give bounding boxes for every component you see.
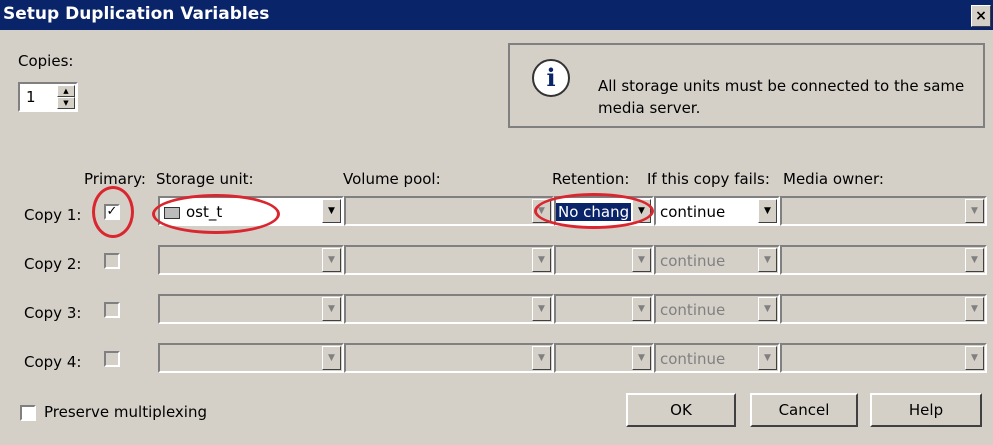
copies-label: Copies: xyxy=(18,52,74,70)
window-title: Setup Duplication Variables xyxy=(3,4,270,24)
copy-3-retention-select[interactable]: ▼ xyxy=(554,294,654,324)
chevron-down-icon[interactable]: ▼ xyxy=(758,199,777,223)
storage-disk-icon xyxy=(164,206,180,219)
copy-2-label: Copy 2: xyxy=(24,255,82,273)
copy-1-retention-value: No chang xyxy=(556,203,632,221)
help-button[interactable]: Help xyxy=(870,393,982,427)
title-bar: Setup Duplication Variables × xyxy=(0,0,993,30)
header-media-owner: Media owner: xyxy=(783,170,884,188)
header-retention: Retention: xyxy=(552,170,630,188)
copy-2-volume-pool-select[interactable]: ▼ xyxy=(344,245,554,275)
copy-3-if-fails-select[interactable]: continue ▼ xyxy=(654,294,780,324)
copy-1-if-fails-value: continue xyxy=(660,203,726,221)
copy-3-storage-unit-select[interactable]: ▼ xyxy=(158,294,344,324)
copy-1-if-fails-select[interactable]: continue ▼ xyxy=(654,196,780,226)
copy-3-label: Copy 3: xyxy=(24,304,82,322)
copy-2-retention-select[interactable]: ▼ xyxy=(554,245,654,275)
chevron-down-icon[interactable]: ▼ xyxy=(632,248,651,272)
copy-2-if-fails-select[interactable]: continue ▼ xyxy=(654,245,780,275)
header-if-copy-fails: If this copy fails: xyxy=(647,170,770,188)
chevron-down-icon[interactable]: ▼ xyxy=(632,199,651,223)
copy-4-retention-select[interactable]: ▼ xyxy=(554,343,654,373)
preserve-multiplexing-checkbox[interactable] xyxy=(20,405,36,421)
chevron-down-icon[interactable]: ▼ xyxy=(322,248,341,272)
copy-1-volume-pool-select[interactable]: ▼ xyxy=(344,196,554,226)
copy-1-primary-checkbox[interactable]: ✓ xyxy=(104,204,120,220)
copy-1-storage-unit-value: ost_t xyxy=(186,203,223,221)
chevron-down-icon[interactable]: ▼ xyxy=(965,297,984,321)
chevron-down-icon[interactable]: ▼ xyxy=(965,248,984,272)
copy-3-primary-checkbox[interactable] xyxy=(104,302,120,318)
chevron-down-icon[interactable]: ▼ xyxy=(322,346,341,370)
copy-3-if-fails-value: continue xyxy=(660,301,726,319)
copy-2-if-fails-value: continue xyxy=(660,252,726,270)
copy-4-media-owner-select[interactable]: ▼ xyxy=(780,343,987,373)
header-volume-pool: Volume pool: xyxy=(343,170,441,188)
chevron-down-icon[interactable]: ▼ xyxy=(965,199,984,223)
header-storage-unit: Storage unit: xyxy=(156,170,254,188)
copy-2-media-owner-select[interactable]: ▼ xyxy=(780,245,987,275)
chevron-down-icon[interactable]: ▼ xyxy=(758,297,777,321)
chevron-down-icon[interactable]: ▼ xyxy=(322,297,341,321)
chevron-down-icon[interactable]: ▼ xyxy=(532,297,551,321)
chevron-down-icon[interactable]: ▼ xyxy=(965,346,984,370)
chevron-down-icon[interactable]: ▼ xyxy=(532,346,551,370)
copy-1-retention-select[interactable]: No chang ▼ xyxy=(554,196,654,226)
copy-1-media-owner-select[interactable]: ▼ xyxy=(780,196,987,226)
chevron-down-icon[interactable]: ▼ xyxy=(632,346,651,370)
chevron-down-icon[interactable]: ▼ xyxy=(632,297,651,321)
copy-2-primary-checkbox[interactable] xyxy=(104,253,120,269)
chevron-down-icon[interactable]: ▼ xyxy=(758,248,777,272)
chevron-down-icon[interactable]: ▼ xyxy=(322,199,341,223)
ok-button[interactable]: OK xyxy=(626,393,736,427)
header-primary: Primary: xyxy=(84,170,146,188)
cancel-button[interactable]: Cancel xyxy=(750,393,858,427)
copies-value: 1 xyxy=(26,88,36,106)
copy-4-if-fails-value: continue xyxy=(660,350,726,368)
info-panel: i All storage units must be connected to… xyxy=(508,43,985,128)
copy-2-storage-unit-select[interactable]: ▼ xyxy=(158,245,344,275)
copy-3-volume-pool-select[interactable]: ▼ xyxy=(344,294,554,324)
copy-4-storage-unit-select[interactable]: ▼ xyxy=(158,343,344,373)
copy-1-storage-unit-select[interactable]: ost_t ▼ xyxy=(158,196,344,226)
copies-spinner[interactable]: 1 ▲ ▼ xyxy=(18,82,78,112)
copy-4-volume-pool-select[interactable]: ▼ xyxy=(344,343,554,373)
info-icon: i xyxy=(532,59,570,97)
copy-4-if-fails-select[interactable]: continue ▼ xyxy=(654,343,780,373)
copy-3-media-owner-select[interactable]: ▼ xyxy=(780,294,987,324)
chevron-down-icon[interactable]: ▼ xyxy=(758,346,777,370)
preserve-multiplexing-label[interactable]: Preserve multiplexing xyxy=(44,403,207,421)
copy-4-label: Copy 4: xyxy=(24,353,82,371)
info-message: All storage units must be connected to t… xyxy=(598,77,965,117)
spin-up-button[interactable]: ▲ xyxy=(57,85,75,97)
close-button[interactable]: × xyxy=(971,5,991,27)
spin-down-button[interactable]: ▼ xyxy=(57,97,75,109)
chevron-down-icon[interactable]: ▼ xyxy=(532,248,551,272)
copy-1-label: Copy 1: xyxy=(24,206,82,224)
chevron-down-icon[interactable]: ▼ xyxy=(532,199,551,223)
copy-4-primary-checkbox[interactable] xyxy=(104,351,120,367)
